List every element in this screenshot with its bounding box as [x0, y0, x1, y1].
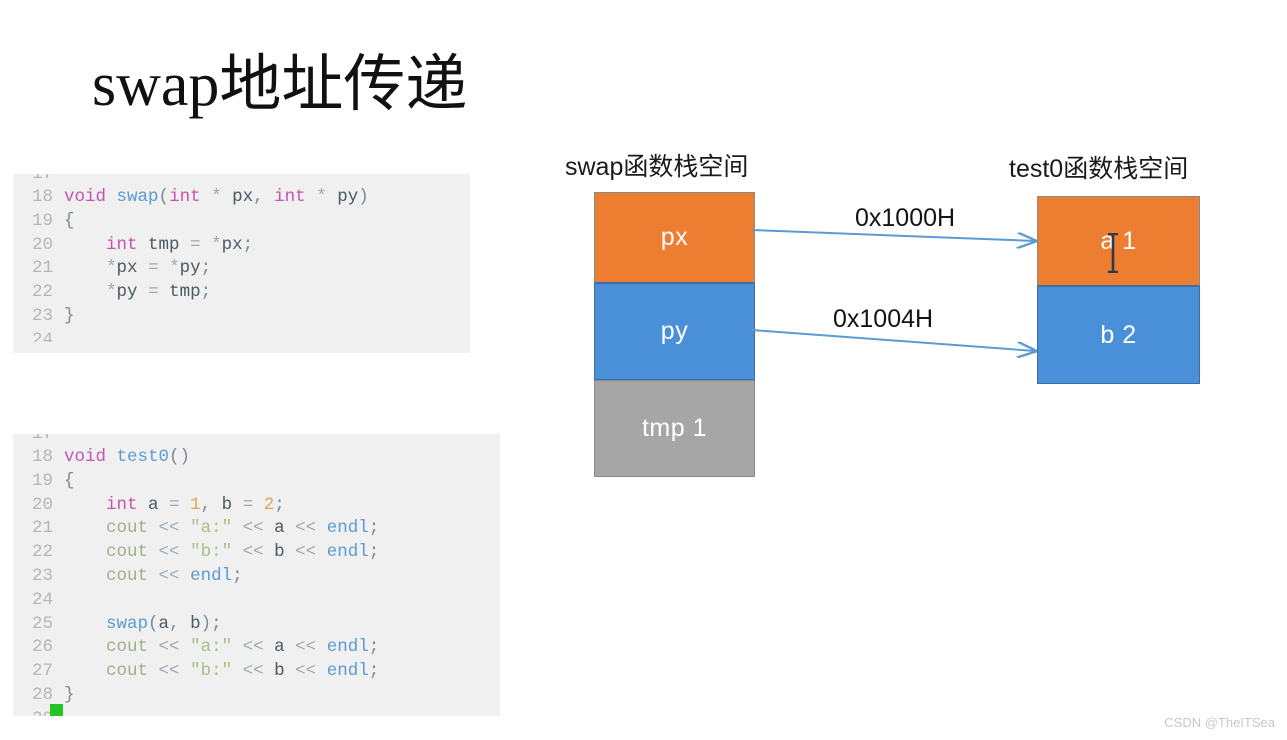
code-line: 27 cout << "b:" << b << endl;: [13, 660, 500, 684]
code-line: 23}: [13, 305, 470, 329]
editor-caret-block: [50, 704, 63, 716]
code-line: 20 int a = 1, b = 2;: [13, 494, 500, 518]
code-line: 21 cout << "a:" << a << endl;: [13, 517, 500, 541]
line-number: 20: [31, 234, 53, 255]
line-number: 22: [31, 542, 53, 563]
code-line-text: int a = 1, b = 2;: [106, 494, 285, 515]
line-number: 17: [31, 174, 53, 184]
line-number: 23: [31, 305, 53, 326]
code-line: 18 void swap(int * px, int * py): [13, 186, 470, 210]
address-label-py: 0x1004H: [833, 305, 934, 333]
code-line-text: cout << "a:" << a << endl;: [106, 637, 380, 658]
code-line-text: cout << "b:" << b << endl;: [106, 542, 380, 563]
swap-stack-diagram: px py tmp 1: [594, 192, 755, 477]
code-line-text: {: [64, 210, 75, 231]
line-number: 19: [31, 470, 53, 491]
line-number: 29: [13, 708, 53, 716]
line-number: 27: [31, 661, 53, 682]
code-line: 21 *px = *py;: [13, 257, 470, 281]
code-line-clipped-bottom: 29: [13, 708, 500, 716]
code-line-text: swap(a, b);: [106, 613, 222, 634]
swap-stack-label: swap函数栈空间: [565, 153, 749, 181]
stack-cell-tmp: tmp 1: [594, 380, 755, 477]
code-line: 25 swap(a, b);: [13, 613, 500, 637]
code-line: 26 cout << "a:" << a << endl;: [13, 636, 500, 660]
code-line-text: *py = tmp;: [106, 282, 212, 303]
code-line: 19 {: [13, 210, 470, 234]
test0-stack-diagram: a 1 b 2: [1037, 196, 1200, 384]
line-number: 18: [31, 447, 53, 467]
page-title: swap地址传递: [92, 51, 468, 119]
code-line-text: {: [64, 470, 75, 491]
code-line: 23 cout << endl;: [13, 565, 500, 589]
stack-cell-py: py: [594, 283, 755, 380]
code-line: 22 cout << "b:" << b << endl;: [13, 541, 500, 565]
line-number: 23: [31, 565, 53, 586]
text-cursor-icon: [1108, 233, 1118, 273]
code-line: 24: [13, 589, 500, 613]
stack-cell-b: b 2: [1037, 286, 1200, 384]
line-number: 18: [31, 187, 53, 207]
line-number: 25: [31, 613, 53, 634]
stack-cell-px: px: [594, 192, 755, 283]
line-number: 24: [31, 329, 53, 342]
watermark: CSDN @TheITSea: [1164, 715, 1275, 730]
code-line-text: cout << "b:" << b << endl;: [106, 661, 380, 682]
line-number: 17: [31, 434, 53, 444]
line-number: 21: [31, 518, 53, 539]
line-number: 28: [31, 684, 53, 705]
code-line: 19 {: [13, 470, 500, 494]
address-label-px: 0x1000H: [855, 204, 956, 232]
code-line: 28}: [13, 684, 500, 708]
code-line-text: cout << "a:" << a << endl;: [106, 518, 380, 539]
line-number: 22: [31, 282, 53, 303]
line-number: 19: [31, 210, 53, 231]
code-line-text: *px = *py;: [106, 258, 212, 279]
code-line-text: int tmp = *px;: [106, 234, 254, 255]
line-number: 20: [31, 494, 53, 515]
code-block-test0[interactable]: 17 18 void test0() 19 { 20 int a = 1, b = …: [13, 434, 500, 716]
code-line-text: cout << endl;: [106, 565, 243, 586]
code-line: 18 void test0(): [13, 446, 500, 470]
line-number: 21: [31, 258, 53, 279]
line-number: 24: [31, 589, 53, 610]
code-line: 20 int tmp = *px;: [13, 234, 470, 258]
test0-stack-label: test0函数栈空间: [1009, 155, 1189, 183]
code-line-clipped-top: 17: [13, 174, 470, 186]
line-number: 26: [31, 637, 53, 658]
code-line-text: void test0(): [64, 447, 191, 467]
code-line: 22 *py = tmp;: [13, 281, 470, 305]
code-block-swap[interactable]: 17 18 void swap(int * px, int * py) 19 { 2…: [13, 174, 470, 353]
code-line-clipped-top: 17: [13, 434, 500, 446]
code-line-clipped-bottom: 24: [13, 329, 470, 342]
code-line-text: }: [64, 305, 75, 326]
code-line-text: void swap(int * px, int * py): [64, 187, 369, 207]
